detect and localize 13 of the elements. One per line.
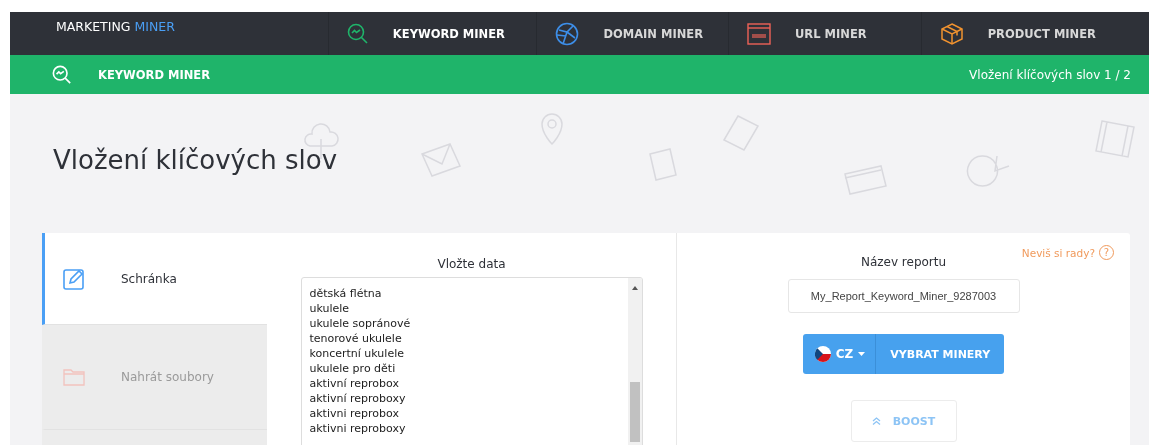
section-title: KEYWORD MINER xyxy=(98,67,212,82)
brand-logo[interactable]: MARKETING MINER xyxy=(10,12,328,55)
nav-link[interactable]: DOMAIN MINER xyxy=(603,26,703,41)
nav-link[interactable]: URL MINER xyxy=(795,26,867,41)
data-label: Vložte data xyxy=(437,257,506,271)
nav-link[interactable]: PRODUCT MINER xyxy=(987,26,1096,41)
step-indicator: Vložení klíčových slov 1 / 2 xyxy=(969,67,1131,82)
page-title: Vložení klíčových slov xyxy=(53,144,338,175)
source-tab[interactable]: Schránka xyxy=(42,233,267,325)
data-textarea[interactable]: dětská flétna ukulele ukulele sopránové tenorové ukulele koncertní ukulele ukulele pro děti aktivní reprobox aktivní reproboxy aktivni reprobox aktivni reproboxy xyxy=(300,277,643,445)
nav-link[interactable]: KEYWORD MINER xyxy=(392,26,505,41)
report-name-label: Název reportu xyxy=(860,255,947,269)
report-name-field[interactable]: My_Report_Keyword_Miner_9287003 xyxy=(787,279,1020,313)
